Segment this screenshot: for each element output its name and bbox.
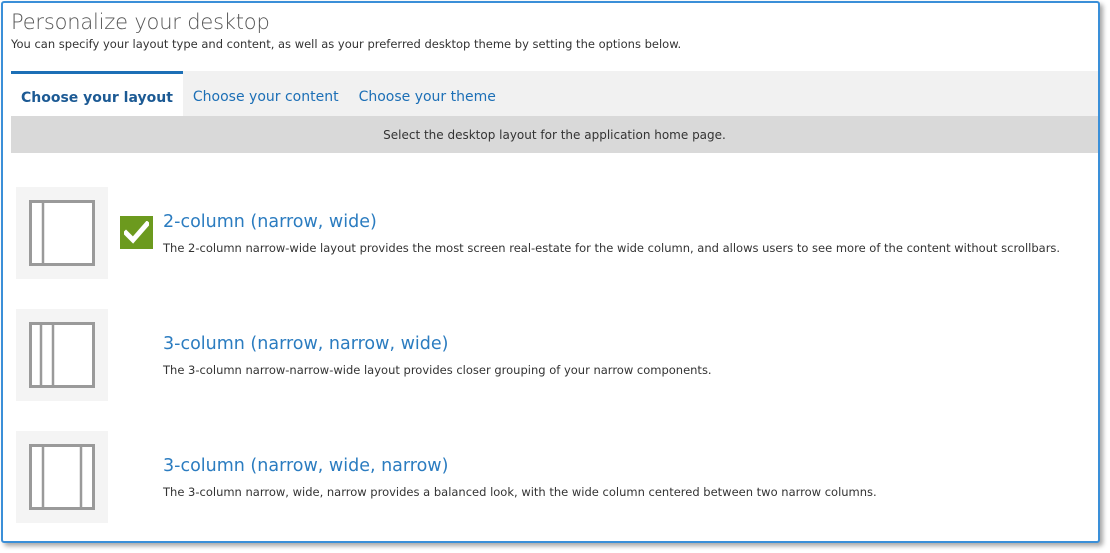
tab-choose-layout[interactable]: Choose your layout (11, 71, 183, 116)
page-header: Personalize your desktop You can specify… (11, 9, 681, 51)
selected-check-icon (120, 216, 153, 249)
page-subtitle: You can specify your layout type and con… (11, 37, 682, 51)
layout-option-title[interactable]: 3-column (narrow, wide, narrow) (163, 456, 448, 476)
layout-option-title[interactable]: 3-column (narrow, narrow, wide) (163, 334, 448, 354)
layout-option-title[interactable]: 2-column (narrow, wide) (163, 212, 377, 232)
three-column-nnw-layout-icon (29, 322, 95, 388)
two-column-layout-icon (29, 200, 95, 266)
layout-thumbnail[interactable] (16, 309, 108, 401)
layout-option-description: The 3-column narrow, wide, narrow provid… (163, 485, 877, 499)
tab-choose-theme[interactable]: Choose your theme (349, 71, 506, 116)
window-frame: Personalize your desktop You can specify… (1, 1, 1100, 543)
layout-option-3col-narrow-narrow-wide[interactable]: 3-column (narrow, narrow, wide) The 3-co… (16, 309, 1096, 401)
info-bar-text: Select the desktop layout for the applic… (383, 127, 726, 142)
tab-bar: Choose your layout Choose your content C… (11, 71, 1098, 116)
tab-label: Choose your layout (21, 90, 173, 106)
layout-option-2col-narrow-wide[interactable]: 2-column (narrow, wide) The 2-column nar… (16, 187, 1096, 279)
three-column-nwn-layout-icon (29, 444, 95, 510)
layout-option-description: The 2-column narrow-wide layout provides… (163, 241, 1061, 255)
page-title: Personalize your desktop (11, 10, 270, 34)
tab-label: Choose your theme (358, 88, 496, 105)
tab-label: Choose your content (192, 88, 339, 105)
layout-thumbnail[interactable] (16, 431, 108, 523)
tab-choose-content[interactable]: Choose your content (183, 71, 349, 116)
layout-option-3col-narrow-wide-narrow[interactable]: 3-column (narrow, wide, narrow) The 3-co… (16, 431, 1096, 523)
layout-option-description: The 3-column narrow-narrow-wide layout p… (163, 363, 712, 377)
layout-thumbnail[interactable] (16, 187, 108, 279)
info-bar: Select the desktop layout for the applic… (11, 116, 1098, 153)
